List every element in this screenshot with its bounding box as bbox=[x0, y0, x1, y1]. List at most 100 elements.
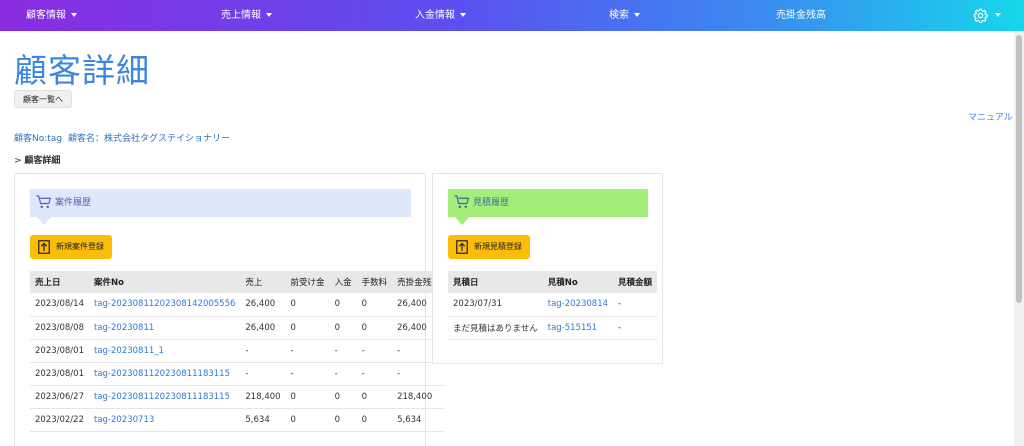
record-number-link[interactable]: tag-20230811_1 bbox=[94, 346, 164, 356]
table-cell: 0 bbox=[285, 293, 330, 317]
column-header: 売上日 bbox=[30, 271, 89, 293]
table-cell: - bbox=[329, 339, 357, 363]
new-order-register-label: 新規案件登録 bbox=[56, 242, 104, 251]
table-cell: 0 bbox=[356, 385, 393, 409]
table-cell: tag-20230713 bbox=[89, 408, 241, 432]
record-number-link[interactable]: tag-20230811 bbox=[94, 323, 154, 333]
table-cell: 2023/08/08 bbox=[30, 316, 89, 340]
table-cell: 0 bbox=[329, 316, 357, 340]
nav-receivables-balance-label: 売掛金残高 bbox=[776, 10, 826, 21]
table-row: 2023/07/31 tag-20230814- bbox=[448, 293, 658, 317]
table-cell: 2023/06/27 bbox=[30, 385, 89, 409]
nav-search[interactable]: 検索 bbox=[609, 0, 640, 31]
breadcrumb: > 顧客詳細 bbox=[14, 153, 60, 166]
breadcrumb-current: 顧客詳細 bbox=[24, 156, 61, 166]
table-cell: 2023/08/01 bbox=[30, 339, 89, 363]
table-cell: - bbox=[392, 362, 445, 386]
nav-receivables-balance[interactable]: 売掛金残高 bbox=[776, 0, 826, 31]
new-estimate-register-label: 新規見積登録 bbox=[474, 242, 522, 251]
record-number-link[interactable]: tag-20230811202308142005556 bbox=[94, 299, 235, 309]
orders-history-panel: 案件履歴 新規案件登録 売上日 案件No 売上 前受け金 入金 手数料 売掛金残… bbox=[14, 173, 445, 446]
top-navigation-bar: 顧客情報 売上情報 入金情報 検索 売掛金残高 bbox=[0, 0, 1024, 31]
table-header-row: 見積日 見積No 見積金額 bbox=[448, 271, 658, 293]
upload-icon bbox=[38, 240, 50, 254]
table-cell: tag-515151 bbox=[542, 316, 614, 340]
estimates-table: 見積日 見積No 見積金額 2023/07/31 tag-20230814- まだ見… bbox=[448, 271, 658, 340]
record-number-link[interactable]: tag-2023081120230811183115 bbox=[94, 392, 230, 402]
table-row: まだ見積はありません tag-515151 - bbox=[448, 316, 658, 340]
column-header: 案件No bbox=[89, 271, 241, 293]
table-cell: - bbox=[285, 362, 330, 386]
table-row: 2023/02/22 tag-20230713 5,634 0 0 0 5,634 bbox=[30, 408, 445, 432]
table-row: 2023/08/01 tag-202308112023081118311​5- - -… bbox=[30, 362, 445, 386]
new-order-register-button[interactable]: 新規案件登録 bbox=[30, 235, 112, 259]
table-cell: tag-20230814 bbox=[542, 293, 614, 317]
table-row: 2023/08/08 tag-20230811 26,400 0 0 0 26,400 bbox=[30, 316, 445, 340]
table-cell: - bbox=[240, 362, 286, 386]
estimates-history-panel: 見積履歴 新規見積登録 見積日 見積No 見積金額 2023/07/31 tag-… bbox=[432, 173, 663, 364]
orders-history-header: 案件履歴 bbox=[30, 189, 411, 217]
table-cell: 26,400 bbox=[240, 293, 286, 317]
page-title: 顧客詳細 bbox=[14, 51, 150, 90]
table-cell: 26,400 bbox=[240, 316, 286, 340]
chevron-down-icon bbox=[71, 13, 77, 17]
column-header: 見積日 bbox=[448, 271, 543, 293]
table-cell: 0 bbox=[356, 293, 393, 317]
table-cell: - bbox=[329, 362, 357, 386]
table-cell: - bbox=[240, 339, 286, 363]
record-number-link[interactable]: tag-20230713 bbox=[94, 415, 154, 425]
header-pointer bbox=[455, 217, 469, 225]
cart-icon bbox=[36, 195, 51, 209]
cart-icon bbox=[454, 195, 469, 209]
nav-search-label: 検索 bbox=[609, 10, 629, 21]
table-cell: 2023/07/31 bbox=[448, 293, 543, 317]
back-to-customer-list-button[interactable]: 顧客一覧へ bbox=[14, 90, 72, 108]
nav-payment-info[interactable]: 入金情報 bbox=[415, 0, 466, 31]
table-cell: - bbox=[285, 339, 330, 363]
table-cell: 2023/08/01 bbox=[30, 362, 89, 386]
upload-icon bbox=[456, 240, 468, 254]
table-row: 2023/06/27 tag-2023081120230811183115 218,… bbox=[30, 385, 445, 409]
column-header: 見積No bbox=[542, 271, 614, 293]
orders-history-title: 案件履歴 bbox=[55, 198, 92, 208]
table-cell: tag-2023081120230811183115 bbox=[89, 385, 241, 409]
table-cell: 0 bbox=[285, 385, 330, 409]
new-estimate-register-button[interactable]: 新規見積登録 bbox=[448, 235, 530, 259]
estimates-history-header: 見積履歴 bbox=[448, 189, 648, 217]
chevron-down-icon[interactable] bbox=[995, 13, 1001, 17]
table-cell: 2023/02/22 bbox=[30, 408, 89, 432]
column-header: 前受け金 bbox=[285, 271, 330, 293]
table-cell: tag-20230811_1 bbox=[89, 339, 241, 363]
table-cell: 218,400 bbox=[392, 385, 445, 409]
customer-number: 顧客No:tag bbox=[14, 134, 63, 144]
manual-link[interactable]: マニュアル bbox=[968, 110, 1013, 123]
table-cell: 0 bbox=[356, 316, 393, 340]
chevron-down-icon bbox=[634, 13, 640, 17]
estimates-history-title: 見積履歴 bbox=[473, 198, 510, 208]
chevron-down-icon bbox=[266, 13, 272, 17]
scrollbar-thumb[interactable] bbox=[1016, 35, 1022, 303]
nav-payment-info-label: 入金情報 bbox=[415, 10, 455, 21]
table-cell: 5,634 bbox=[392, 408, 445, 432]
table-cell: - bbox=[356, 362, 393, 386]
column-header: 入金 bbox=[329, 271, 357, 293]
table-cell: tag-202308112023081118311​5 bbox=[89, 362, 241, 386]
table-cell: 0 bbox=[329, 293, 357, 317]
table-cell: まだ見積はありません bbox=[448, 316, 543, 340]
table-cell: 5,634 bbox=[240, 408, 286, 432]
nav-customer-info[interactable]: 顧客情報 bbox=[26, 0, 77, 31]
record-number-link[interactable]: tag-20230814 bbox=[548, 299, 608, 309]
column-header: 売上 bbox=[240, 271, 286, 293]
customer-name: 顧客名：株式会社タグステイショナリー bbox=[68, 134, 231, 144]
record-number-link[interactable]: tag-515151 bbox=[548, 323, 597, 333]
nav-customer-info-label: 顧客情報 bbox=[26, 10, 66, 21]
gear-icon[interactable] bbox=[973, 8, 988, 23]
table-row: 2023/08/01 tag-20230811_1- - - - - bbox=[30, 339, 445, 363]
table-cell: 0 bbox=[329, 408, 357, 432]
column-header: 見積金額 bbox=[613, 271, 658, 293]
table-cell: - bbox=[613, 293, 658, 317]
nav-sales-info[interactable]: 売上情報 bbox=[221, 0, 272, 31]
vertical-scrollbar[interactable] bbox=[1014, 31, 1024, 446]
record-number-link[interactable]: tag-202308112023081118311​5 bbox=[94, 369, 230, 379]
table-cell: 0 bbox=[329, 385, 357, 409]
